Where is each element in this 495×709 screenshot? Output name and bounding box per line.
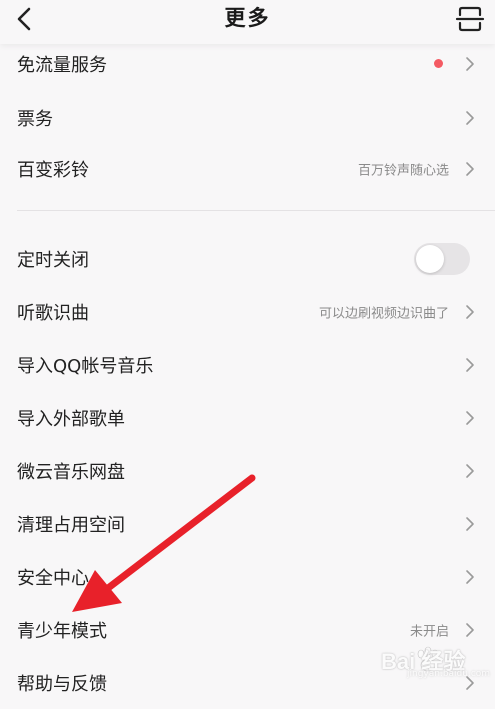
chevron-right-icon <box>466 516 474 531</box>
menu-item-label: 免流量服务 <box>17 54 107 76</box>
chevron-right-icon <box>466 675 474 690</box>
menu-item-import-playlist[interactable]: 导入外部歌单 <box>0 391 495 444</box>
notification-dot <box>434 59 443 68</box>
menu-item-ringtone[interactable]: 百变彩铃 百万铃声随心选 <box>0 142 495 195</box>
chevron-right-icon <box>466 357 474 372</box>
chevron-right-icon <box>466 110 474 125</box>
menu-item-teen-mode[interactable]: 青少年模式 未开启 <box>0 603 495 656</box>
menu-item-label: 微云音乐网盘 <box>17 461 125 483</box>
menu-item-label: 清理占用空间 <box>17 514 125 536</box>
menu-item-import-qq-music[interactable]: 导入QQ帐号音乐 <box>0 338 495 391</box>
menu-item-label: 票务 <box>17 108 53 130</box>
menu-item-clear-storage[interactable]: 清理占用空间 <box>0 497 495 550</box>
menu-item-label: 安全中心 <box>17 567 89 589</box>
menu-item-label: 定时关闭 <box>17 249 89 271</box>
scan-icon <box>455 6 485 32</box>
top-bar: 更多 <box>0 0 495 44</box>
section-divider <box>17 210 495 211</box>
menu-item-label: 听歌识曲 <box>17 302 89 324</box>
menu-item-weiyun-drive[interactable]: 微云音乐网盘 <box>0 444 495 497</box>
chevron-right-icon <box>466 304 474 319</box>
menu-item-label: 导入外部歌单 <box>17 408 125 430</box>
menu-item-security-center[interactable]: 安全中心 <box>0 550 495 603</box>
page-title: 更多 <box>224 6 271 30</box>
menu-item-song-recognition[interactable]: 听歌识曲 可以边刷视频边识曲了 <box>0 285 495 338</box>
menu-item-tickets[interactable]: 票务 <box>0 91 495 144</box>
chevron-right-icon <box>466 161 474 176</box>
menu-item-label: 百变彩铃 <box>17 159 89 181</box>
menu-item-free-data[interactable]: 免流量服务 <box>0 37 495 90</box>
toggle-knob <box>416 244 444 273</box>
chevron-right-icon <box>466 410 474 425</box>
menu-item-value: 未开启 <box>409 624 449 639</box>
chevron-right-icon <box>466 569 474 584</box>
chevron-right-icon <box>466 56 474 71</box>
scan-button[interactable] <box>455 4 485 34</box>
menu-item-label: 青少年模式 <box>17 620 107 642</box>
menu-item-value: 可以边刷视频边识曲了 <box>318 306 449 321</box>
menu-item-value: 百万铃声随心选 <box>357 163 449 178</box>
chevron-right-icon <box>466 622 474 637</box>
menu-item-label: 导入QQ帐号音乐 <box>17 355 154 377</box>
menu-item-help-feedback[interactable]: 帮助与反馈 <box>0 656 495 709</box>
menu-item-sleep-timer[interactable]: 定时关闭 <box>0 232 495 285</box>
sleep-timer-toggle[interactable] <box>414 242 470 275</box>
chevron-right-icon <box>466 463 474 478</box>
